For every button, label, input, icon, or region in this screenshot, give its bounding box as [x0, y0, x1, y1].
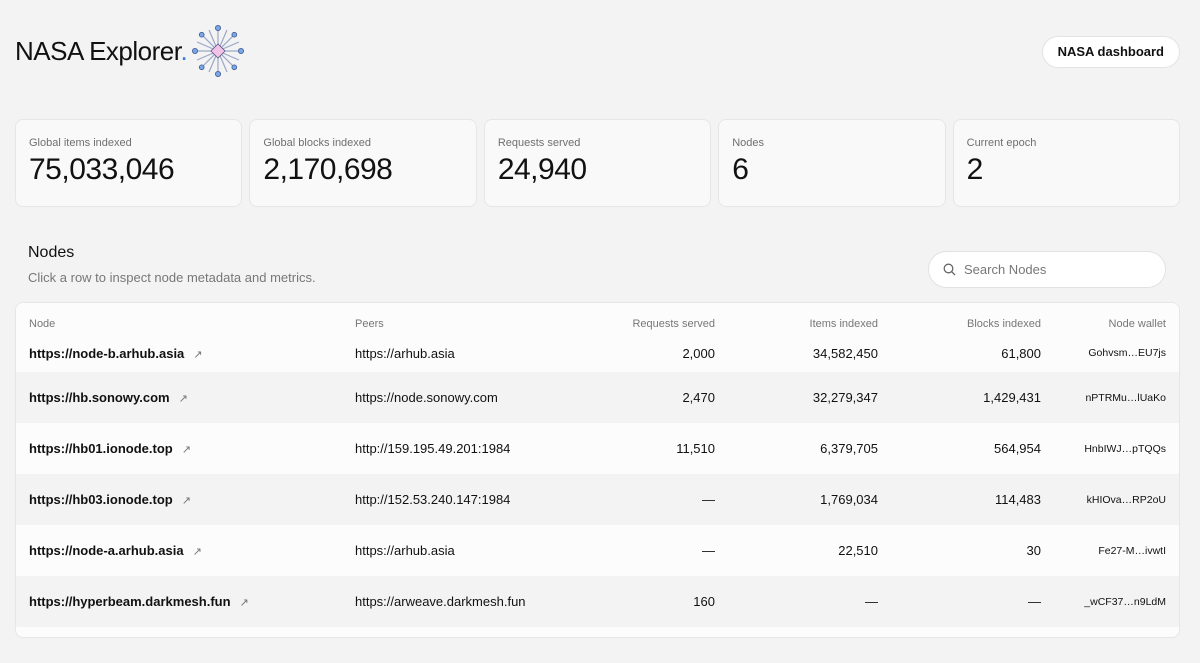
- stat-card-items: Global items indexed 75,033,046: [15, 119, 243, 207]
- peers-cell: https://node.sonowy.com: [342, 372, 572, 423]
- node-cell[interactable]: https://node-b.arhub.asia ↗: [16, 344, 342, 372]
- column-header-peers[interactable]: Peers: [342, 303, 572, 344]
- stat-label: Current epoch: [966, 137, 1037, 149]
- blocks-cell: 30: [891, 525, 1054, 576]
- requests-cell: 2,470: [572, 372, 728, 423]
- wallet-cell: kHIOva…RP2oU: [1054, 474, 1179, 525]
- wallet-cell: HnbIWJ…pTQQs: [1054, 423, 1179, 474]
- external-link-icon[interactable]: ↗: [182, 494, 191, 507]
- requests-cell: 160: [572, 576, 728, 627]
- snowflake-network-icon: [192, 25, 245, 78]
- stat-value: 6: [732, 153, 749, 186]
- table-row[interactable]: https://node-b.arhub.asia ↗ https://arhub…: [16, 344, 1179, 372]
- node-cell[interactable]: https://hb.sonowy.com ↗: [16, 372, 342, 423]
- blocks-cell: 1,429,431: [891, 372, 1054, 423]
- table-row[interactable]: https://hb01.ionode.top ↗ http://159.195.…: [16, 423, 1179, 474]
- search-input[interactable]: [964, 262, 1154, 277]
- stat-card-nodes: Nodes 6: [718, 119, 946, 207]
- header: NASA Explorer. NASA dashboard: [15, 24, 1180, 82]
- stat-label: Global blocks indexed: [263, 137, 372, 149]
- node-cell[interactable]: https://node-a.arhub.asia ↗: [16, 525, 342, 576]
- stat-card-requests: Requests served 24,940: [483, 119, 712, 207]
- node-link[interactable]: https://node-b.arhub.asia: [29, 346, 184, 361]
- node-link[interactable]: https://hyperbeam.darkmesh.fun: [29, 594, 231, 609]
- column-header-items[interactable]: Items indexed: [728, 303, 891, 344]
- stat-card-epoch: Current epoch 2: [952, 119, 1181, 207]
- peers-cell: https://arhub.asia: [342, 344, 572, 372]
- column-header-wallet[interactable]: Node wallet: [1054, 303, 1179, 344]
- external-link-icon[interactable]: ↗: [182, 443, 191, 456]
- node-link[interactable]: https://node-a.arhub.asia: [29, 543, 184, 558]
- items-cell: —: [728, 576, 891, 627]
- brand-dot: .: [180, 36, 188, 66]
- items-cell: 1,769,034: [728, 474, 891, 525]
- column-header-blocks[interactable]: Blocks indexed: [891, 303, 1054, 344]
- node-link[interactable]: https://hb01.ionode.top: [29, 441, 173, 456]
- column-header-node[interactable]: Node: [16, 303, 342, 344]
- stat-value: 24,940: [497, 153, 587, 186]
- items-cell: 22,510: [728, 525, 891, 576]
- wallet-cell: Fe27-M…ivwtI: [1054, 525, 1179, 576]
- requests-cell: —: [572, 525, 728, 576]
- column-header-requests[interactable]: Requests served: [572, 303, 728, 344]
- wallet-cell: nPTRMu…lUaKo: [1054, 372, 1179, 423]
- stats-row: Global items indexed 75,033,046 Global b…: [15, 119, 1181, 207]
- table-header-row: Node Peers Requests served Items indexed…: [16, 303, 1179, 344]
- nodes-section-header: Nodes Click a row to inspect node metada…: [28, 244, 316, 285]
- wallet-cell: Gohvsm…EU7js: [1054, 344, 1179, 372]
- nodes-table: Node Peers Requests served Items indexed…: [15, 302, 1180, 638]
- table-row[interactable]: https://node-a.arhub.asia ↗ https://arhub…: [16, 525, 1179, 576]
- stat-label: Nodes: [732, 137, 765, 149]
- stat-label: Requests served: [497, 137, 581, 149]
- requests-cell: —: [572, 474, 728, 525]
- nodes-title: Nodes: [28, 244, 75, 261]
- blocks-cell: 114,483: [891, 474, 1054, 525]
- blocks-cell: 61,800: [891, 344, 1054, 372]
- node-link[interactable]: https://hb03.ionode.top: [29, 492, 173, 507]
- peers-cell: https://arweave.darkmesh.fun: [342, 576, 572, 627]
- peers-cell: http://152.53.240.147:1984: [342, 474, 572, 525]
- search-icon: [943, 263, 956, 276]
- table-row[interactable]: https://hb.sonowy.com ↗ https://node.sono…: [16, 372, 1179, 423]
- stat-value: 2,170,698: [263, 153, 393, 186]
- requests-cell: 2,000: [572, 344, 728, 372]
- peers-cell: http://159.195.49.201:1984: [342, 423, 572, 474]
- nodes-subtitle: Click a row to inspect node metadata and…: [28, 270, 316, 285]
- external-link-icon[interactable]: ↗: [240, 596, 249, 609]
- blocks-cell: —: [891, 576, 1054, 627]
- brand-title: NASA Explorer.: [15, 36, 188, 67]
- node-cell[interactable]: https://hyperbeam.darkmesh.fun ↗: [16, 576, 342, 627]
- stat-value: 75,033,046: [29, 153, 175, 186]
- items-cell: 32,279,347: [728, 372, 891, 423]
- external-link-icon[interactable]: ↗: [193, 545, 202, 558]
- brand-name: NASA Explorer: [15, 36, 181, 66]
- items-cell: 6,379,705: [728, 423, 891, 474]
- stat-card-blocks: Global blocks indexed 2,170,698: [249, 119, 477, 207]
- table-row[interactable]: https://hyperbeam.darkmesh.fun ↗ https://…: [16, 576, 1179, 627]
- node-link[interactable]: https://hb.sonowy.com: [29, 390, 170, 405]
- search-box[interactable]: [928, 251, 1166, 288]
- node-cell[interactable]: https://hb01.ionode.top ↗: [16, 423, 342, 474]
- table-row[interactable]: https://hb03.ionode.top ↗ http://152.53.2…: [16, 474, 1179, 525]
- items-cell: 34,582,450: [728, 344, 891, 372]
- wallet-cell: _wCF37…n9LdM: [1054, 576, 1179, 627]
- blocks-cell: 564,954: [891, 423, 1054, 474]
- nasa-dashboard-button[interactable]: NASA dashboard: [1041, 36, 1180, 68]
- peers-cell: https://arhub.asia: [342, 525, 572, 576]
- node-cell[interactable]: https://hb03.ionode.top ↗: [16, 474, 342, 525]
- external-link-icon[interactable]: ↗: [193, 348, 202, 361]
- external-link-icon[interactable]: ↗: [179, 392, 188, 405]
- requests-cell: 11,510: [572, 423, 728, 474]
- stat-label: Global items indexed: [29, 137, 132, 149]
- stat-value: 2: [966, 153, 984, 186]
